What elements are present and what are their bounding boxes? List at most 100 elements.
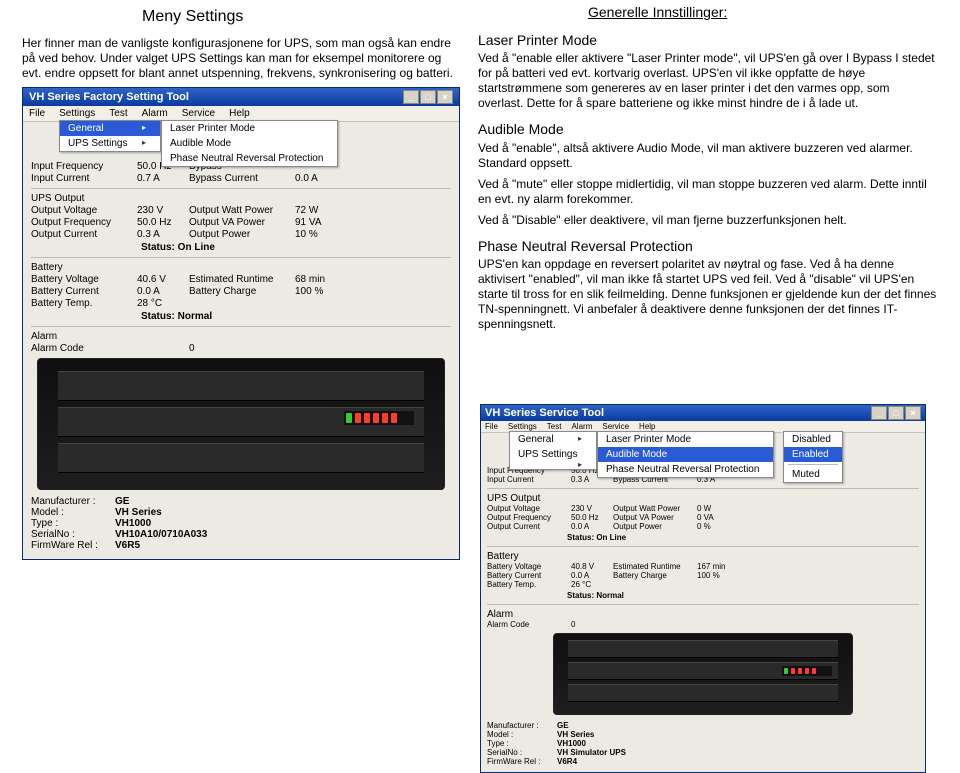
value: 230 V [571, 504, 609, 513]
label: Output Voltage [31, 205, 131, 216]
label-input-freq: Input Frequency [31, 161, 131, 172]
menu-alarm[interactable]: Alarm [142, 108, 168, 119]
section-battery: Battery [31, 262, 451, 273]
value: 0.0 A [571, 571, 609, 580]
laser-printer-heading: Laser Printer Mode [478, 32, 938, 50]
label-input-curr: Input Current [31, 173, 131, 184]
section-battery: Battery [487, 551, 919, 562]
minimize-button[interactable]: _ [871, 406, 887, 420]
submenu-ups-settings[interactable]: UPS Settings [510, 447, 596, 462]
menu-service[interactable]: Service [182, 108, 215, 119]
label: Type : [31, 518, 115, 529]
submenu-audible-mode[interactable]: Audible Mode [598, 447, 773, 462]
generelle-heading: Generelle Innstillinger: [588, 4, 938, 22]
submenu-phase-neutral[interactable]: Phase Neutral Reversal Protection [598, 462, 773, 477]
menu-test[interactable]: Test [547, 422, 562, 431]
label: Estimated Runtime [189, 274, 289, 285]
submenu-audible-mode[interactable]: Audible Mode [162, 136, 337, 151]
value: 50.0 Hz [137, 217, 183, 228]
value: VH10A10/0710A033 [115, 529, 207, 540]
value: VH1000 [115, 518, 151, 529]
label: Output Frequency [487, 513, 567, 522]
value: VH Simulator UPS [557, 748, 626, 757]
value [295, 298, 341, 309]
settings-submenu: General UPS Settings [59, 120, 161, 152]
value-input-curr: 0.7 A [137, 173, 183, 184]
submenu-laser-printer-mode[interactable]: Laser Printer Mode [598, 432, 773, 447]
value: VH Series [115, 507, 162, 518]
value: 28 °C [137, 298, 183, 309]
minimize-button[interactable]: _ [403, 90, 419, 104]
label: Output Watt Power [613, 504, 693, 513]
submenu-general[interactable]: General [60, 121, 160, 136]
menu-file[interactable]: File [485, 422, 498, 431]
value: 167 min [697, 562, 735, 571]
label: Battery Temp. [487, 580, 567, 589]
label [189, 298, 289, 309]
label: Type : [487, 739, 557, 748]
label: Battery Charge [189, 286, 289, 297]
value: 0 W [697, 504, 735, 513]
value: 0 VA [697, 513, 735, 522]
close-button[interactable]: × [905, 406, 921, 420]
value: 0.0 A [571, 522, 609, 531]
label: Estimated Runtime [613, 562, 693, 571]
menu-help[interactable]: Help [639, 422, 655, 431]
value: 26 °C [571, 580, 609, 589]
maximize-button[interactable]: □ [888, 406, 904, 420]
label: Output VA Power [189, 217, 289, 228]
window-title: VH Series Service Tool [485, 407, 604, 419]
menu-settings[interactable]: Settings [59, 108, 95, 119]
laser-printer-paragraph: Ved å "enable eller aktivere "Laser Prin… [478, 51, 938, 111]
menu-alarm[interactable]: Alarm [571, 422, 592, 431]
menu-settings[interactable]: Settings [508, 422, 537, 431]
menu-file[interactable]: File [29, 108, 45, 119]
label-bypass-curr: Bypass Current [189, 173, 289, 184]
audible-para-2: Ved å "mute" eller stoppe midlertidig, v… [478, 177, 938, 207]
menu-service[interactable]: Service [602, 422, 629, 431]
submenu-laser-printer-mode[interactable]: Laser Printer Mode [162, 121, 337, 136]
label: SerialNo : [487, 748, 557, 757]
menu-help[interactable]: Help [229, 108, 250, 119]
label: Output Current [31, 229, 131, 240]
option-disabled[interactable]: Disabled [784, 432, 842, 447]
value: 0.3 A [137, 229, 183, 240]
value: 91 VA [295, 217, 341, 228]
pnr-heading: Phase Neutral Reversal Protection [478, 238, 938, 256]
audible-para-3: Ved å "Disable" eller deaktivere, vil ma… [478, 213, 938, 228]
menu-test[interactable]: Test [109, 108, 127, 119]
label: SerialNo : [31, 529, 115, 540]
value: V6R5 [115, 540, 140, 551]
value-alarm-code: 0 [189, 343, 289, 354]
option-enabled[interactable]: Enabled [784, 447, 842, 462]
submenu-phase-neutral[interactable]: Phase Neutral Reversal Protection [162, 151, 337, 166]
value-bypass-curr: 0.0 A [295, 173, 341, 184]
submenu-ups-settings[interactable]: UPS Settings [60, 136, 160, 151]
label: Battery Charge [613, 571, 693, 580]
device-info: Manufacturer :GE Model :VH Series Type :… [487, 721, 919, 766]
section-ups-output: UPS Output [487, 493, 919, 504]
audible-para-1: Ved å "enable", altså aktivere Audio Mod… [478, 141, 938, 171]
value: 230 V [137, 205, 183, 216]
label: Output Power [189, 229, 289, 240]
value: 40.8 V [571, 562, 609, 571]
option-muted[interactable]: Muted [784, 467, 842, 482]
submenu-general[interactable]: General [510, 432, 596, 447]
value: 100 % [697, 571, 735, 580]
label: FirmWare Rel : [487, 757, 557, 766]
label: Output Frequency [31, 217, 131, 228]
status-output: Status: On Line [567, 533, 919, 542]
maximize-button[interactable]: □ [420, 90, 436, 104]
label: Manufacturer : [487, 721, 557, 730]
label: Input Current [487, 475, 567, 484]
value: 50.0 Hz [571, 513, 609, 522]
section-alarm: Alarm [31, 331, 451, 342]
close-button[interactable]: × [437, 90, 453, 104]
audible-submenu: Disabled Enabled Muted [783, 431, 843, 483]
label: Output Power [613, 522, 693, 531]
label: Battery Current [487, 571, 567, 580]
label: Output Voltage [487, 504, 567, 513]
device-info: Manufacturer :GE Model :VH Series Type :… [31, 496, 451, 551]
label: Battery Voltage [487, 562, 567, 571]
label: Output VA Power [613, 513, 693, 522]
